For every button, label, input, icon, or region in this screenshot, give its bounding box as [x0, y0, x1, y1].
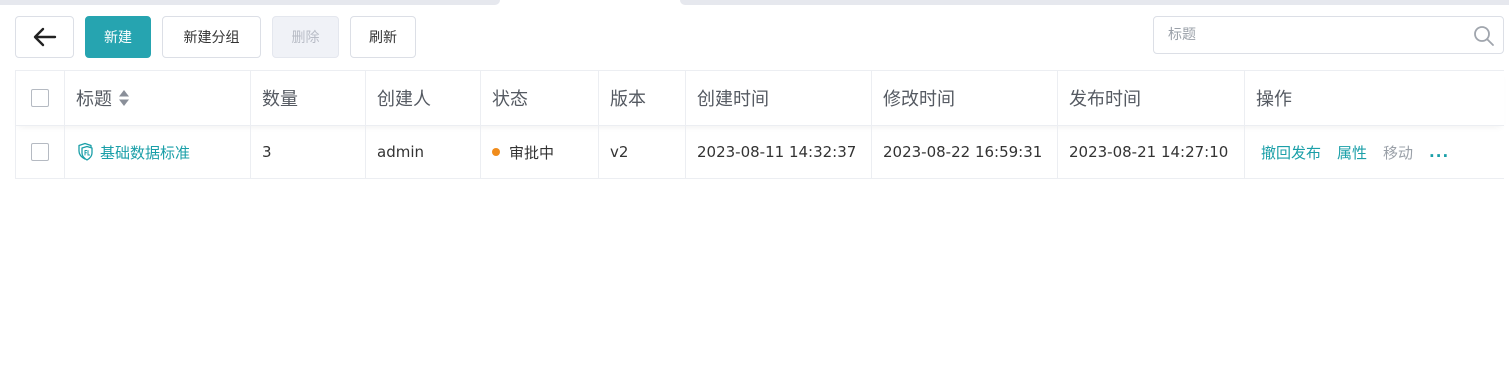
column-header-modified: 修改时间: [872, 71, 1058, 125]
move-link[interactable]: 移动: [1383, 142, 1413, 163]
row-status-cell: 审批中: [481, 126, 599, 178]
new-button[interactable]: 新建: [85, 16, 151, 58]
arrow-left-icon: [33, 27, 56, 47]
status-badge: 审批中: [509, 143, 555, 162]
refresh-button[interactable]: 刷新: [350, 16, 416, 58]
column-header-version: 版本: [599, 71, 686, 125]
search-box: [1153, 16, 1504, 54]
row-creator-cell: admin: [366, 126, 481, 178]
row-title-link[interactable]: 基础数据标准: [76, 142, 190, 163]
sort-icon[interactable]: [118, 89, 130, 107]
row-modified-cell: 2023-08-22 16:59:31: [872, 126, 1058, 178]
delete-button[interactable]: 删除: [272, 16, 339, 58]
back-button[interactable]: [15, 16, 74, 58]
revoke-publish-link[interactable]: 撤回发布: [1261, 142, 1321, 163]
row-checkbox[interactable]: [31, 143, 49, 161]
table-header-row: 标题 数量 创建人 状态 版本 创建时间 修改时间 发布时间 操作: [15, 70, 1504, 126]
column-header-title-label: 标题: [76, 89, 112, 110]
column-header-creator: 创建人: [366, 71, 481, 125]
column-header-status: 状态: [481, 71, 599, 125]
new-group-button[interactable]: 新建分组: [162, 16, 261, 58]
standard-shield-icon: [78, 142, 93, 161]
search-icon[interactable]: [1473, 25, 1495, 47]
top-tab-strip: [0, 0, 1509, 6]
column-header-published: 发布时间: [1058, 71, 1245, 125]
column-header-title[interactable]: 标题: [65, 71, 251, 125]
tab-strip-right: [680, 0, 1509, 5]
select-all-checkbox[interactable]: [31, 89, 49, 107]
row-checkbox-cell: [15, 126, 65, 178]
row-title-text: 基础数据标准: [100, 143, 191, 162]
row-version-cell: v2: [599, 126, 686, 178]
row-created-cell: 2023-08-11 14:32:37: [686, 126, 872, 178]
search-input[interactable]: [1154, 17, 1464, 53]
tab-strip-left: [0, 0, 500, 5]
more-actions-link[interactable]: ...: [1429, 143, 1449, 161]
row-title-cell: 基础数据标准: [65, 126, 251, 178]
column-header-created: 创建时间: [686, 71, 872, 125]
table-row: 基础数据标准 3 admin 审批中 v2 2023-08-11 14:32:3…: [15, 126, 1504, 179]
row-actions-cell: 撤回发布 属性 移动 ...: [1245, 126, 1504, 178]
properties-link[interactable]: 属性: [1337, 142, 1367, 163]
column-header-count: 数量: [251, 71, 366, 125]
column-header-actions: 操作: [1256, 89, 1292, 110]
row-published-cell: 2023-08-21 14:27:10: [1058, 126, 1245, 178]
status-dot: [492, 148, 500, 156]
header-checkbox-cell: [15, 71, 65, 125]
row-count-cell: 3: [251, 126, 366, 178]
data-table: 标题 数量 创建人 状态 版本 创建时间 修改时间 发布时间 操作 基础数据标准…: [15, 70, 1504, 179]
